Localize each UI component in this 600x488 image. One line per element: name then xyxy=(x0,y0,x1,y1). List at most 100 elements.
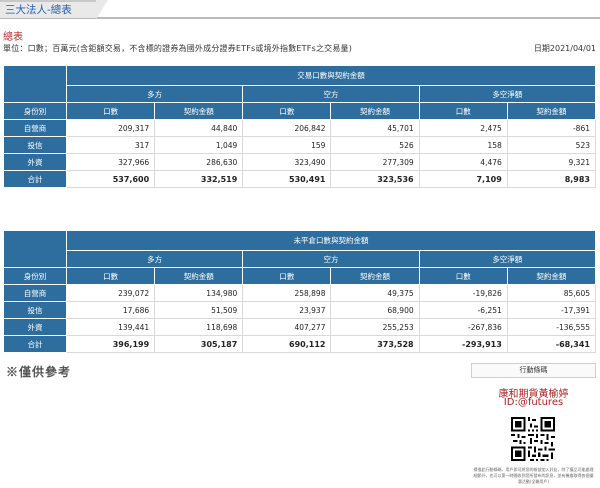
table-cell: -17,391 xyxy=(506,301,597,319)
promo-bar-label: 行動條碼 xyxy=(471,363,596,378)
identity-header: 身份別 xyxy=(3,102,67,120)
table-cell: 209,317 xyxy=(65,119,156,137)
table-caption: 未平倉口數與契約金額 xyxy=(66,230,596,251)
row-label: 投信 xyxy=(3,301,67,319)
table-cell: 49,375 xyxy=(330,284,420,302)
table-cell: 134,980 xyxy=(154,284,244,302)
table-total-row: 合計 396,199 305,187 690,112 373,528 -293,… xyxy=(3,335,597,353)
corner-cell xyxy=(3,65,67,103)
group-net: 多空淨額 xyxy=(418,85,597,103)
table-cell: 530,491 xyxy=(242,170,332,188)
qr-code-icon[interactable] xyxy=(511,417,555,461)
table-row: 投信 317 1,049 159 526 158 523 xyxy=(3,136,597,154)
report-date: 日期2021/04/01 xyxy=(533,44,596,53)
table-cell: 690,112 xyxy=(242,335,332,353)
open-interest-table: 未平倉口數與契約金額 多方 空方 多空淨額 身份別 口數 契約金額 口數 契約金… xyxy=(3,230,597,353)
table-cell: 4,476 xyxy=(418,153,508,171)
column-header: 口數 xyxy=(418,267,508,285)
table-total-row: 合計 537,600 332,519 530,491 323,536 7,109… xyxy=(3,170,597,188)
table-cell: -267,836 xyxy=(418,318,508,336)
table-row: 外資 327,966 286,630 323,490 277,309 4,476… xyxy=(3,153,597,171)
promo-fine-print: 掃描此行動條碼，用戶即可將您的帳號加入好友，除了獲品可能處理細節外，也可以第一時… xyxy=(473,467,594,484)
group-net: 多空淨額 xyxy=(418,250,597,268)
table-cell: 327,966 xyxy=(65,153,156,171)
table-row: 投信 17,686 51,509 23,937 68,900 -6,251 -1… xyxy=(3,301,597,319)
table-cell: -6,251 xyxy=(418,301,508,319)
table-cell: -19,826 xyxy=(418,284,508,302)
disclaimer-note: ※僅供參考 xyxy=(6,365,72,379)
table-cell: 23,937 xyxy=(242,301,332,319)
table-cell: -68,341 xyxy=(506,335,597,353)
table-cell: 323,490 xyxy=(242,153,332,171)
row-label: 合計 xyxy=(3,170,67,188)
table-cell: 523 xyxy=(506,136,597,154)
row-label: 外資 xyxy=(3,318,67,336)
row-label: 自營商 xyxy=(3,119,67,137)
table-row: 外資 139,441 118,698 407,277 255,253 -267,… xyxy=(3,318,597,336)
table-cell: -293,913 xyxy=(418,335,508,353)
column-header: 口數 xyxy=(65,267,156,285)
table-cell: 159 xyxy=(242,136,332,154)
group-short: 空方 xyxy=(242,250,420,268)
table-cell: 277,309 xyxy=(330,153,420,171)
column-header: 契約金額 xyxy=(330,102,420,120)
row-label: 外資 xyxy=(3,153,67,171)
table-cell: 45,701 xyxy=(330,119,420,137)
table-cell: 2,475 xyxy=(418,119,508,137)
table-cell: 323,536 xyxy=(330,170,420,188)
section-title: 總表 xyxy=(3,32,23,43)
group-short: 空方 xyxy=(242,85,420,103)
table-cell: 373,528 xyxy=(330,335,420,353)
group-long: 多方 xyxy=(65,250,244,268)
table-caption: 交易口數與契約金額 xyxy=(66,65,596,86)
table-cell: 305,187 xyxy=(154,335,244,353)
table-cell: 118,698 xyxy=(154,318,244,336)
row-label: 合計 xyxy=(3,335,67,353)
column-header: 口數 xyxy=(65,102,156,120)
row-label: 投信 xyxy=(3,136,67,154)
table-cell: 8,983 xyxy=(506,170,597,188)
table-row: 自營商 239,072 134,980 258,898 49,375 -19,8… xyxy=(3,284,597,302)
tab-summary[interactable]: 三大法人-總表 xyxy=(0,0,108,19)
column-header: 契約金額 xyxy=(154,102,244,120)
table-cell: 68,900 xyxy=(330,301,420,319)
table-cell: 526 xyxy=(330,136,420,154)
promo-id: ID:@futures xyxy=(503,397,564,408)
table-cell: 537,600 xyxy=(65,170,156,188)
table-cell: 239,072 xyxy=(65,284,156,302)
trading-volume-table: 交易口數與契約金額 多方 空方 多空淨額 身份別 口數 契約金額 口數 契約金額… xyxy=(3,65,597,188)
column-header: 口數 xyxy=(242,102,332,120)
table-cell: -861 xyxy=(506,119,597,137)
unit-description: 單位：口數；百萬元(含鉅額交易，不含標的證券為國外成分證券ETFs或境外指數ET… xyxy=(3,44,353,53)
table-cell: 317 xyxy=(65,136,156,154)
table-cell: 9,321 xyxy=(506,153,597,171)
table-cell: 85,605 xyxy=(506,284,597,302)
promo-card: 行動條碼 康和期貨黃榆婷 ID:@futures 掃描此行動條碼，用戶即可將您的… xyxy=(471,363,596,485)
column-header: 契約金額 xyxy=(154,267,244,285)
table-cell: 1,049 xyxy=(154,136,244,154)
table-cell: 206,842 xyxy=(242,119,332,137)
tab-bar: 三大法人-總表 xyxy=(0,0,600,19)
table-cell: 255,253 xyxy=(330,318,420,336)
column-header: 契約金額 xyxy=(506,102,597,120)
table-cell: 258,898 xyxy=(242,284,332,302)
table-cell: -136,555 xyxy=(506,318,597,336)
column-header: 契約金額 xyxy=(506,267,597,285)
identity-header: 身份別 xyxy=(3,267,67,285)
table-cell: 158 xyxy=(418,136,508,154)
column-header: 口數 xyxy=(242,267,332,285)
table-cell: 332,519 xyxy=(154,170,244,188)
row-label: 自營商 xyxy=(3,284,67,302)
table-cell: 407,277 xyxy=(242,318,332,336)
table-cell: 44,840 xyxy=(154,119,244,137)
corner-cell xyxy=(3,230,67,268)
table-cell: 7,109 xyxy=(418,170,508,188)
table-cell: 51,509 xyxy=(154,301,244,319)
table-cell: 139,441 xyxy=(65,318,156,336)
group-long: 多方 xyxy=(65,85,244,103)
table-cell: 17,686 xyxy=(65,301,156,319)
table-cell: 396,199 xyxy=(65,335,156,353)
column-header: 契約金額 xyxy=(330,267,420,285)
table-cell: 286,630 xyxy=(154,153,244,171)
table-row: 自營商 209,317 44,840 206,842 45,701 2,475 … xyxy=(3,119,597,137)
